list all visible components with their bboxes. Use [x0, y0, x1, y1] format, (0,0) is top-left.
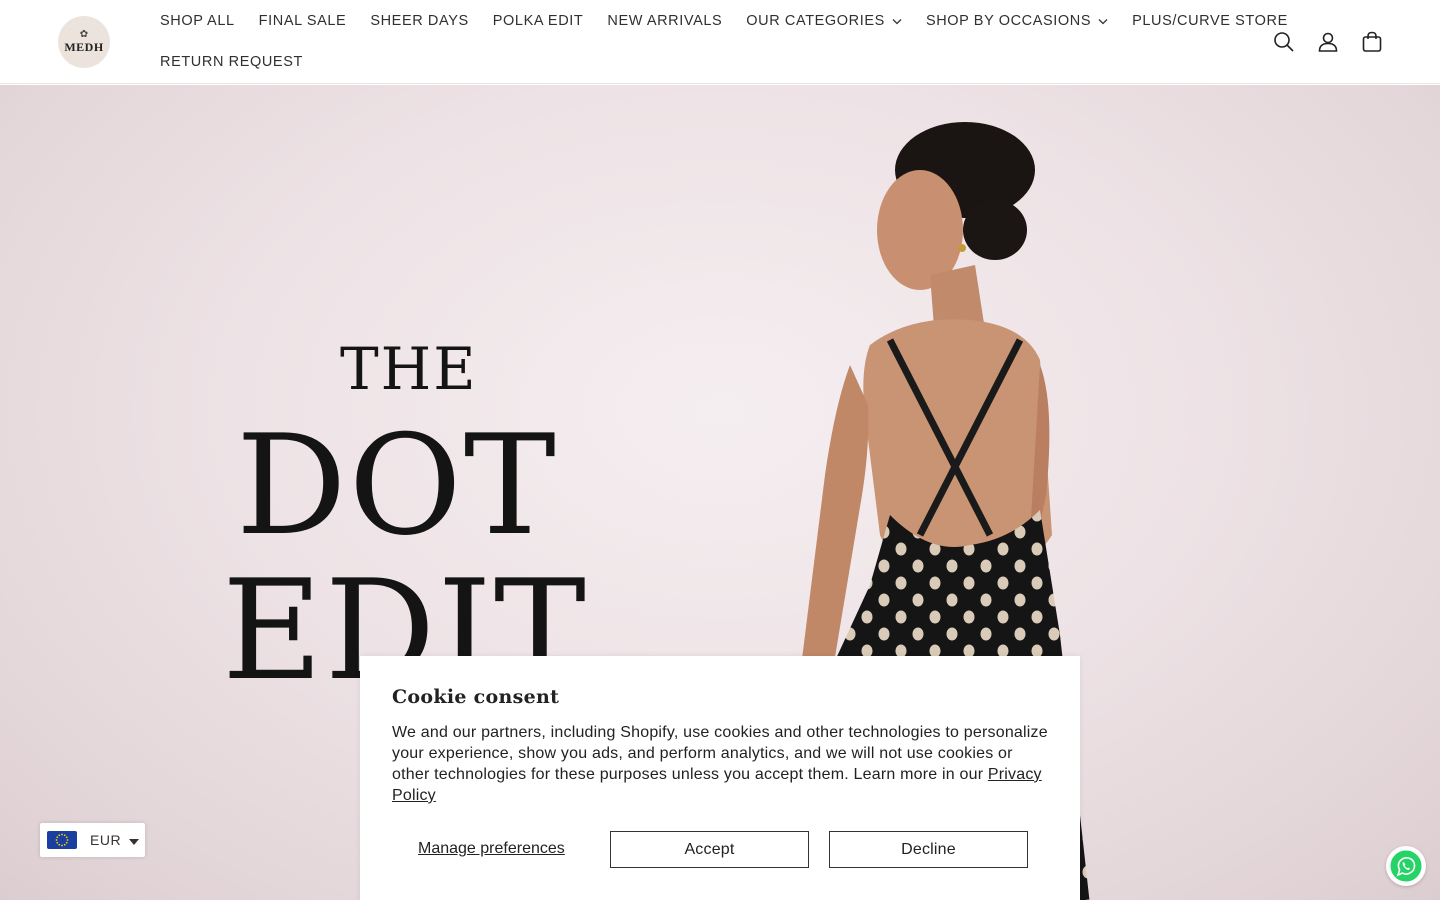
- nav-item-polka-edit[interactable]: POLKA EDIT: [481, 13, 596, 29]
- nav-item-new-arrivals[interactable]: NEW ARRIVALS: [595, 13, 734, 29]
- cookie-consent-dialog: Cookie consent We and our partners, incl…: [360, 656, 1080, 900]
- nav-item-sheer-days[interactable]: SHEER DAYS: [358, 13, 480, 29]
- nav-label: OUR CATEGORIES: [746, 12, 885, 29]
- hero-title-line-1: THE: [340, 335, 478, 403]
- nav-label: PLUS/CURVE STORE: [1132, 12, 1288, 29]
- nav-item-shop-all[interactable]: SHOP ALL: [148, 13, 247, 29]
- hero-title-line-2: DOT: [236, 405, 558, 566]
- decline-button[interactable]: Decline: [829, 831, 1028, 868]
- nav-label: RETURN REQUEST: [160, 54, 303, 70]
- account-button[interactable]: [1313, 27, 1343, 57]
- manage-preferences-link[interactable]: Manage preferences: [418, 840, 565, 858]
- nav-label: NEW ARRIVALS: [607, 12, 723, 29]
- cookie-title: Cookie consent: [392, 686, 560, 708]
- nav-item-final-sale[interactable]: FINAL SALE: [247, 13, 359, 29]
- account-icon: [1318, 32, 1338, 52]
- cart-button[interactable]: [1357, 27, 1387, 57]
- chevron-down-icon: [892, 19, 902, 25]
- nav-label: FINAL SALE: [258, 12, 347, 29]
- currency-code: EUR: [90, 832, 122, 848]
- search-icon: [1274, 32, 1294, 52]
- nav-label: SHEER DAYS: [370, 12, 469, 29]
- nav-item-shop-by-occasions[interactable]: SHOP BY OCCASIONS: [914, 13, 1120, 29]
- nav-row-2: RETURN REQUEST: [148, 41, 1238, 83]
- logo-mark: ✿: [79, 28, 89, 40]
- whatsapp-icon: [1388, 848, 1424, 884]
- logo-text: MEDH: [64, 39, 104, 54]
- whatsapp-button[interactable]: [1386, 846, 1426, 886]
- nav-label: SHOP BY OCCASIONS: [925, 12, 1092, 29]
- brand-logo[interactable]: ✿ MEDH: [58, 16, 110, 68]
- currency-selector[interactable]: EUR: [40, 823, 145, 857]
- cookie-body: We and our partners, including Shopify, …: [392, 722, 1052, 806]
- site-header: ✿ MEDH SHOP ALL FINAL SALE SHEER DAYS PO…: [0, 0, 1440, 84]
- cookie-body-text: We and our partners, including Shopify, …: [392, 724, 1048, 783]
- nav-item-our-categories[interactable]: OUR CATEGORIES: [734, 13, 914, 29]
- cart-icon: [1362, 31, 1382, 52]
- nav-item-return-request[interactable]: RETURN REQUEST: [148, 54, 315, 70]
- eu-stars-icon: [55, 833, 69, 847]
- main-nav: SHOP ALL FINAL SALE SHEER DAYS POLKA EDI…: [148, 0, 1287, 83]
- caret-down-icon: [129, 838, 140, 845]
- search-button[interactable]: [1269, 27, 1299, 57]
- nav-label: SHOP ALL: [160, 12, 235, 29]
- eu-flag-icon: [47, 831, 77, 849]
- nav-label: POLKA EDIT: [492, 12, 584, 29]
- accept-button[interactable]: Accept: [610, 831, 809, 868]
- chevron-down-icon: [1098, 19, 1108, 25]
- nav-row-1: SHOP ALL FINAL SALE SHEER DAYS POLKA EDI…: [148, 0, 1287, 41]
